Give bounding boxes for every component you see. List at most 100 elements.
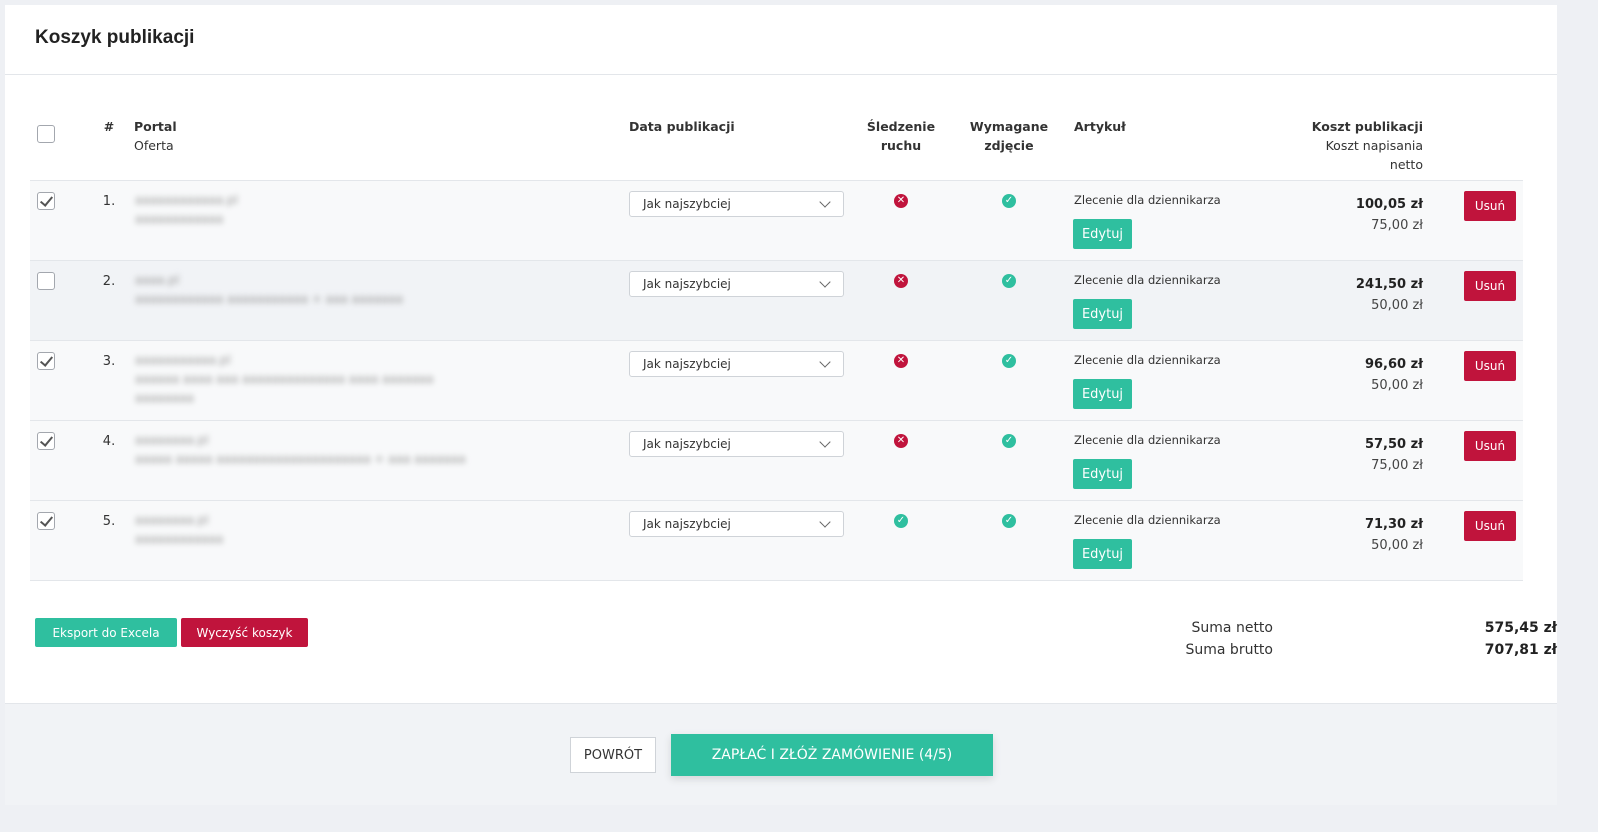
- publication-cost: 96,60 zł: [1364, 357, 1423, 372]
- offer-name: aaaaaaaaaaaa: [135, 212, 224, 226]
- article-type: Zlecenie dla dziennikarza: [1074, 273, 1221, 287]
- col-date: Data publikacji: [629, 119, 735, 134]
- portal-offer-blurred: aaaaaaaaaaaa.pl aaaaaaaaaaaa: [135, 191, 490, 261]
- col-article: Artykuł: [1074, 119, 1126, 134]
- select-value: Jak najszybciej: [643, 437, 731, 451]
- row-checkbox[interactable]: [37, 352, 55, 370]
- portal-offer-blurred: aaaa.pl aaaaaaaaaaaa aaaaaaaaaaa + aaa a…: [135, 271, 490, 341]
- select-value: Jak najszybciej: [643, 517, 731, 531]
- article-type: Zlecenie dla dziennikarza: [1074, 433, 1221, 447]
- writing-cost: 50,00 zł: [1371, 298, 1423, 313]
- check-circle-icon: ✓: [1002, 514, 1016, 528]
- col-photo-line2: zdjęcie: [984, 138, 1034, 153]
- x-circle-icon: ✕: [894, 354, 908, 368]
- table-header: # Portal Oferta Data publikacji Śledzeni…: [30, 103, 1523, 181]
- table-row: 4. aaaaaaaa.pl aaaaa aaaaa aaaaaaaaaaaaa…: [30, 421, 1523, 501]
- select-all-checkbox[interactable]: [37, 125, 55, 143]
- col-tracking: Śledzenie ruchu: [861, 117, 941, 155]
- select-value: Jak najszybciej: [643, 357, 731, 371]
- row-number: 4.: [102, 434, 116, 449]
- delete-button[interactable]: Usuń: [1464, 271, 1516, 301]
- writing-cost: 75,00 zł: [1371, 458, 1423, 473]
- col-tracking-line1: Śledzenie: [866, 119, 936, 134]
- edit-button[interactable]: Edytuj: [1073, 219, 1132, 249]
- publication-date-select[interactable]: Jak najszybciej: [629, 271, 844, 297]
- delete-button[interactable]: Usuń: [1464, 191, 1516, 221]
- row-number: 2.: [102, 274, 116, 289]
- clear-cart-button[interactable]: Wyczyść koszyk: [181, 618, 308, 647]
- delete-button[interactable]: Usuń: [1464, 351, 1516, 381]
- pay-order-button[interactable]: ZAPŁAĆ I ZŁÓŻ ZAMÓWIENIE (4/5): [671, 734, 993, 776]
- portal-name: aaaa.pl: [135, 273, 180, 287]
- col-photo-line1: Wymagane: [969, 119, 1049, 134]
- chevron-down-icon: [819, 436, 831, 448]
- select-value: Jak najszybciej: [643, 197, 731, 211]
- offer-name: aaaaa aaaaa aaaaaaaaaaaaaaaaaaaaa + aaa …: [135, 452, 466, 466]
- row-price: 57,50 zł 75,00 zł: [1365, 434, 1423, 476]
- publication-cost: 241,50 zł: [1355, 277, 1423, 292]
- row-number: 5.: [102, 514, 116, 529]
- writing-cost: 50,00 zł: [1371, 538, 1423, 553]
- row-number: 1.: [102, 194, 116, 209]
- sum-net-value: 575,45 zł: [1484, 620, 1557, 636]
- writing-cost: 50,00 zł: [1371, 378, 1423, 393]
- table-row: 5. aaaaaaaa.pl aaaaaaaaaaaa Jak najszybc…: [30, 501, 1523, 581]
- row-price: 241,50 zł 50,00 zł: [1356, 274, 1423, 316]
- row-checkbox[interactable]: [37, 272, 55, 290]
- row-checkbox[interactable]: [37, 512, 55, 530]
- x-circle-icon: ✕: [894, 434, 908, 448]
- col-tracking-line2: ruchu: [880, 138, 922, 153]
- page-title: Koszyk publikacji: [35, 27, 195, 48]
- row-price: 71,30 zł 50,00 zł: [1365, 514, 1423, 556]
- row-checkbox[interactable]: [37, 192, 55, 210]
- edit-button[interactable]: Edytuj: [1073, 299, 1132, 329]
- x-circle-icon: ✕: [894, 274, 908, 288]
- portal-name: aaaaaaaaaaa.pl: [135, 353, 231, 367]
- chevron-down-icon: [819, 356, 831, 368]
- portal-name: aaaaaaaa.pl: [135, 513, 209, 527]
- publication-cost: 57,50 zł: [1364, 437, 1423, 452]
- offer-name: aaaaaaaaaaaa aaaaaaaaaaa + aaa aaaaaaa: [135, 292, 403, 306]
- article-type: Zlecenie dla dziennikarza: [1074, 353, 1221, 367]
- edit-button[interactable]: Edytuj: [1073, 459, 1132, 489]
- table-row: 1. aaaaaaaaaaaa.pl aaaaaaaaaaaa Jak najs…: [30, 181, 1523, 261]
- portal-name: aaaaaaaa.pl: [135, 433, 209, 447]
- card-header: Koszyk publikacji: [5, 5, 1557, 75]
- chevron-down-icon: [819, 276, 831, 288]
- delete-button[interactable]: Usuń: [1464, 511, 1516, 541]
- offer-name: aaaaaa aaaa aaa aaaaaaaaaaaaaa aaaa aaaa…: [135, 372, 434, 405]
- col-cost-write-2: netto: [1389, 157, 1423, 172]
- check-circle-icon: ✓: [1002, 434, 1016, 448]
- table-row: 3. aaaaaaaaaaa.pl aaaaaa aaaa aaa aaaaaa…: [30, 341, 1523, 421]
- publication-date-select[interactable]: Jak najszybciej: [629, 351, 844, 377]
- publication-date-select[interactable]: Jak najszybciej: [629, 511, 844, 537]
- delete-button[interactable]: Usuń: [1464, 431, 1516, 461]
- sum-gross-label: Suma brutto: [1185, 642, 1274, 658]
- portal-offer-blurred: aaaaaaaaaaa.pl aaaaaa aaaa aaa aaaaaaaaa…: [135, 351, 490, 421]
- chevron-down-icon: [819, 516, 831, 528]
- check-circle-icon: ✓: [1002, 354, 1016, 368]
- col-portal: Portal Oferta: [134, 117, 177, 155]
- edit-button[interactable]: Edytuj: [1073, 539, 1132, 569]
- x-circle-icon: ✕: [894, 194, 908, 208]
- article-type: Zlecenie dla dziennikarza: [1074, 193, 1221, 207]
- portal-offer-blurred: aaaaaaaa.pl aaaaaaaaaaaa: [135, 511, 490, 581]
- check-circle-icon: ✓: [894, 514, 908, 528]
- back-button[interactable]: POWRÓT: [570, 737, 656, 773]
- table-row: 2. aaaa.pl aaaaaaaaaaaa aaaaaaaaaaa + aa…: [30, 261, 1523, 341]
- row-price: 96,60 zł 50,00 zł: [1365, 354, 1423, 396]
- sum-net-label: Suma netto: [1191, 620, 1273, 636]
- portal-offer-blurred: aaaaaaaa.pl aaaaa aaaaa aaaaaaaaaaaaaaaa…: [135, 431, 490, 501]
- select-value: Jak najszybciej: [643, 277, 731, 291]
- col-num: #: [103, 119, 115, 134]
- col-portal-label: Portal: [134, 119, 177, 134]
- edit-button[interactable]: Edytuj: [1073, 379, 1132, 409]
- row-checkbox[interactable]: [37, 432, 55, 450]
- chevron-down-icon: [819, 196, 831, 208]
- check-circle-icon: ✓: [1002, 194, 1016, 208]
- publication-cost: 71,30 zł: [1364, 517, 1423, 532]
- check-circle-icon: ✓: [1002, 274, 1016, 288]
- publication-date-select[interactable]: Jak najszybciej: [629, 191, 844, 217]
- publication-date-select[interactable]: Jak najszybciej: [629, 431, 844, 457]
- export-excel-button[interactable]: Eksport do Excela: [35, 618, 177, 647]
